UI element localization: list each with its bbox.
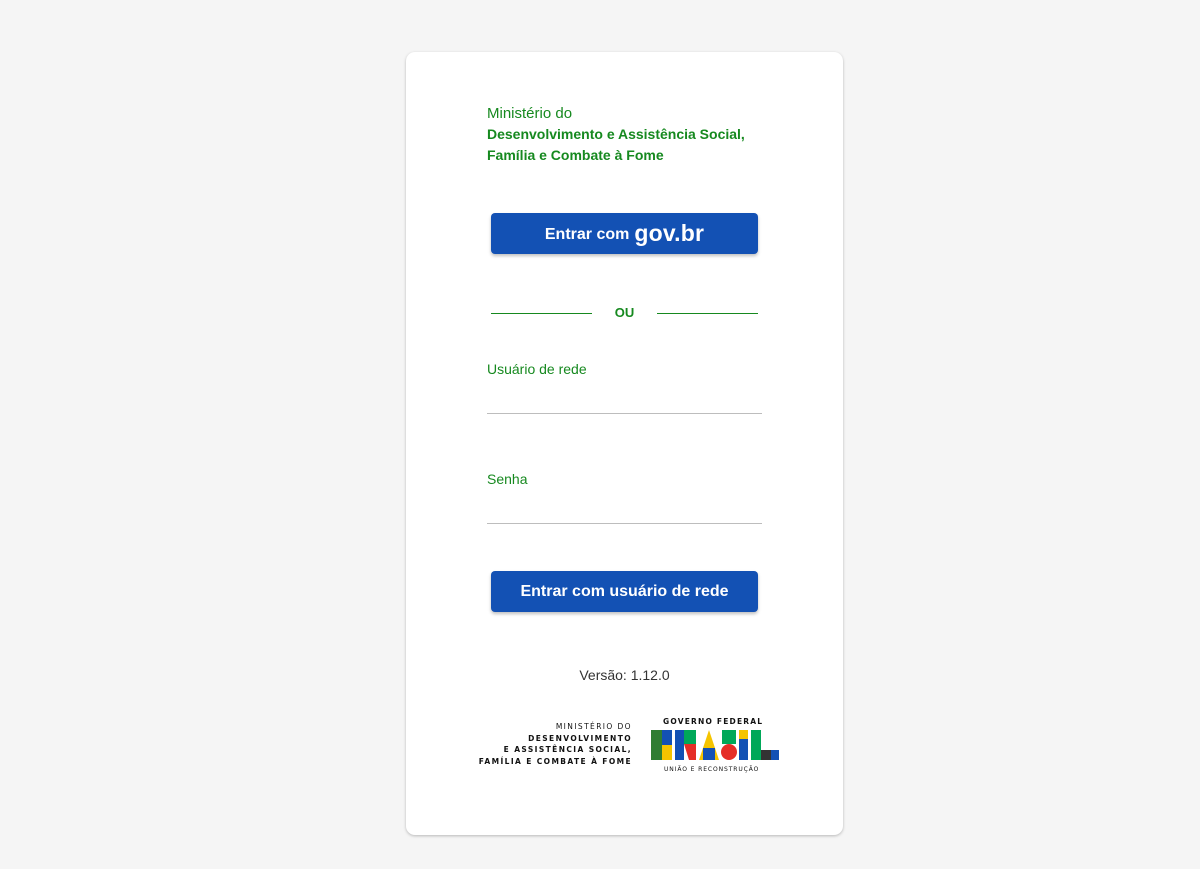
gov-logo-title: GOVERNO FEDERAL [663,717,764,726]
or-divider: OU [491,303,758,323]
gov-logo-slogan: UNIÃO E RECONSTRUÇÃO [664,766,760,773]
footer-ministry-line4: FAMÍLIA E COMBATE À FOME [478,756,632,766]
username-label: Usuário de rede [487,361,587,377]
login-card: Ministério do Desenvolvimento e Assistên… [406,52,843,835]
login-govbr-button[interactable]: Entrar com gov.br [491,213,758,254]
governo-federal-logo: GOVERNO FEDERAL UNIÃO E RECONSTRUÇÃO [651,716,781,776]
brasil-wordmark-icon [651,730,779,760]
username-field-group: Usuário de rede [487,360,762,414]
username-input[interactable] [487,394,762,414]
footer-ministry-line3: E ASSISTÊNCIA SOCIAL, [503,745,632,754]
ministry-title-line2: Desenvolvimento e Assistência Social, [487,126,745,142]
login-network-user-button[interactable]: Entrar com usuário de rede [491,571,758,612]
version-label: Versão: 1.12.0 [406,667,843,683]
govbr-button-prefix: Entrar com [544,225,630,243]
ministry-header: Ministério do Desenvolvimento e Assistên… [487,104,807,166]
govbr-brand-label: gov.br [634,220,705,246]
password-input[interactable] [487,504,762,524]
footer-ministry-line1: MINISTÉRIO DO [555,722,632,731]
ministry-title-line3: Família e Combate à Fome [487,147,664,163]
password-label: Senha [487,471,528,487]
ministry-title-line1: Ministério do [487,105,573,122]
password-field-group: Senha [487,470,762,524]
version-text: Versão: 1.12.0 [579,667,670,683]
footer-ministry-logo: MINISTÉRIO DO DESENVOLVIMENTO E ASSISTÊN… [479,721,632,767]
divider-line-right [657,313,758,314]
footer-ministry-line2: DESENVOLVIMENTO [528,733,632,743]
